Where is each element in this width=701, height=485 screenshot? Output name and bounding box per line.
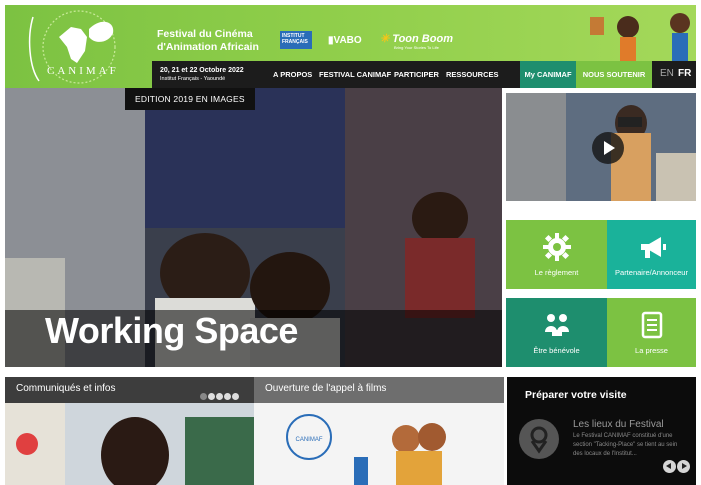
nav-ressources[interactable]: RESSOURCES	[446, 70, 499, 79]
partner-logo-vabo[interactable]: ▮VABO	[328, 35, 362, 46]
slider-dot[interactable]	[216, 393, 223, 400]
partner-toonboom-tagline: Bring Your Stories To Life	[394, 45, 439, 50]
slider-dots	[200, 387, 240, 405]
partner-logo-toonboom[interactable]: ✳ Toon Boom Bring Your Stories To Life	[380, 32, 453, 50]
location-icon	[519, 419, 559, 459]
call-for-films-title[interactable]: Ouverture de l'appel à films	[265, 383, 386, 394]
slider-dot[interactable]	[208, 393, 215, 400]
lang-en[interactable]: EN	[660, 68, 674, 79]
slider-dot[interactable]	[232, 393, 239, 400]
festival-title-line1: Festival du Cinéma	[157, 28, 253, 40]
tile-presse[interactable]: La presse	[607, 298, 696, 367]
tile-label: Le règlement	[534, 268, 579, 277]
my-canimaf-button[interactable]: My CANIMAF	[520, 61, 576, 88]
previous-arrow-icon[interactable]	[663, 460, 676, 473]
nav-participer[interactable]: PARTICIPER	[394, 70, 439, 79]
slider-dot[interactable]	[200, 393, 207, 400]
call-for-films-panel[interactable]: CANIMAF Ouverture de l'appel à films	[254, 377, 504, 485]
nous-soutenir-button[interactable]: NOUS SOUTENIR	[576, 61, 652, 88]
visit-panel: Préparer votre visite Les lieux du Festi…	[507, 377, 696, 485]
toonboom-star-icon: ✳	[380, 33, 390, 45]
hero-slider[interactable]: EDITION 2019 EN IMAGES Working Space	[5, 88, 502, 367]
svg-text:CANIMAF: CANIMAF	[296, 437, 323, 443]
play-button[interactable]	[592, 132, 624, 164]
hero-caption: Working Space	[45, 310, 298, 351]
next-arrow-icon[interactable]	[677, 460, 690, 473]
main-navbar: 20, 21 et 22 Octobre 2022 Institut Franç…	[152, 61, 696, 88]
slider-dot[interactable]	[224, 393, 231, 400]
visit-title: Préparer votre visite	[525, 389, 627, 401]
brand-name: CANIMAF	[47, 65, 119, 77]
news-title[interactable]: Communiqués et infos	[16, 383, 116, 394]
lang-fr[interactable]: FR	[678, 68, 691, 79]
venue-line: Institut Français - Yaoundé	[160, 76, 226, 82]
tile-label: Être bénévole	[533, 346, 580, 355]
gear-icon	[542, 233, 571, 261]
megaphone-icon	[640, 237, 666, 258]
site-header: CANIMAF Festival du Cinéma d'Animation A…	[5, 5, 696, 88]
tile-reglement[interactable]: Le règlement	[506, 220, 607, 289]
tile-benevole[interactable]: Être bénévole	[506, 298, 607, 367]
hero-tag[interactable]: EDITION 2019 EN IMAGES	[125, 88, 255, 110]
partner-toonboom-label: Toon Boom	[392, 33, 453, 45]
volunteers-icon	[544, 314, 569, 336]
nav-a-propos[interactable]: A PROPOS	[273, 70, 312, 79]
document-icon	[641, 311, 662, 339]
festival-dates: 20, 21 et 22 Octobre 2022 Institut Franç…	[160, 66, 244, 84]
partner-logo-institut[interactable]: INSTITUT FRANÇAIS	[280, 31, 312, 49]
festival-title-line2: d'Animation Africain	[157, 41, 259, 53]
visit-card-text: Le Festival CANIMAF constitué d'une sect…	[573, 433, 678, 457]
festival-title: Festival du Cinéma d'Animation Africain	[157, 28, 259, 54]
partner-vabo-label: VABO	[333, 35, 362, 46]
nav-festival-canimaf[interactable]: FESTIVAL CANIMAF	[319, 70, 391, 79]
cartoon-characters-illustration	[590, 13, 690, 65]
visit-card-title[interactable]: Les lieux du Festival	[573, 419, 664, 430]
tile-label: La presse	[635, 346, 668, 355]
date-line: 20, 21 et 22 Octobre 2022	[160, 67, 244, 74]
news-panel: Communiqués et infos	[5, 377, 254, 485]
tile-partenaire[interactable]: Partenaire/Annonceur	[607, 220, 696, 289]
video-thumbnail[interactable]	[506, 93, 696, 201]
tile-label: Partenaire/Annonceur	[615, 268, 688, 277]
